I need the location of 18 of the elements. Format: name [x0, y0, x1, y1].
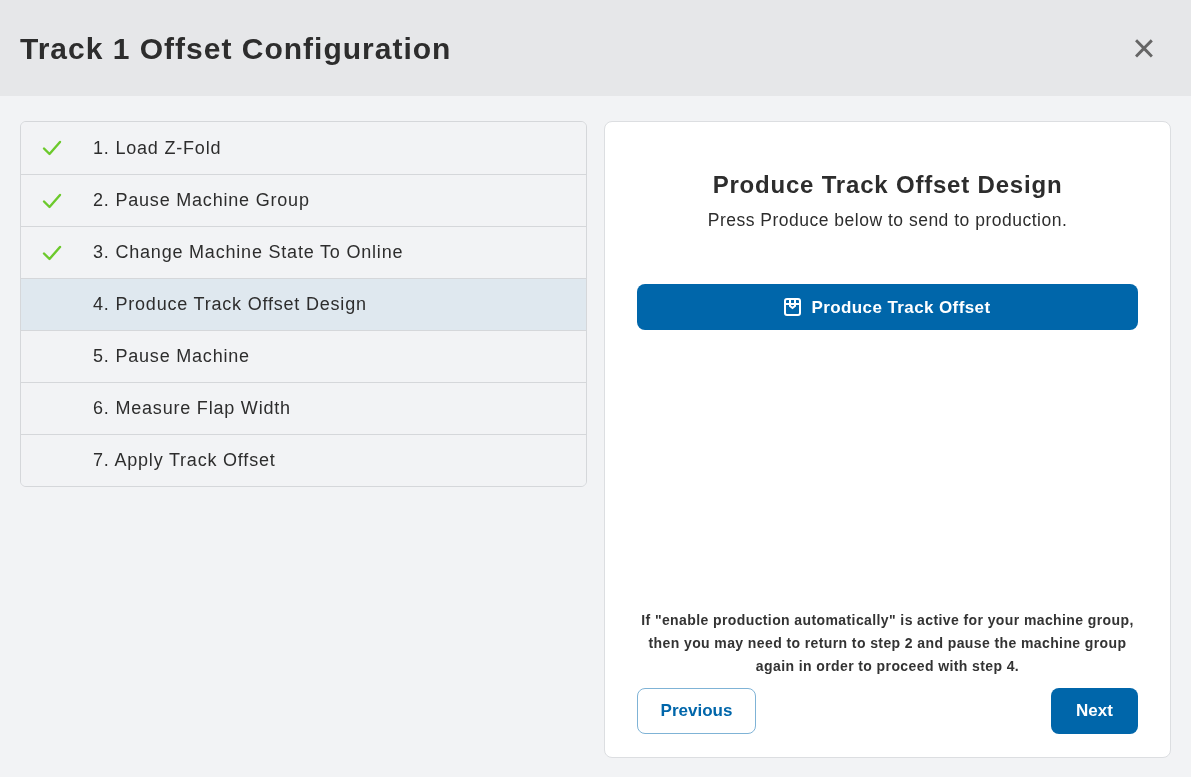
step-label: 4. Produce Track Offset Design [93, 293, 367, 316]
step-label: 2. Pause Machine Group [93, 189, 310, 212]
panel-heading: Produce Track Offset Design [711, 170, 1064, 200]
close-button[interactable]: × [1127, 31, 1161, 65]
panel-subtitle: Press Produce below to send to production. [706, 209, 1069, 232]
package-icon [784, 298, 802, 317]
step-label: 5. Pause Machine [93, 345, 250, 368]
next-button[interactable]: Next [1051, 688, 1138, 734]
production-note: If "enable production automatically" is active for your machine group, then you may need to return to step 2 and pause the machine group again in order to proceed with step 4. [640, 611, 1135, 676]
step-item[interactable]: 7. Apply Track Offset [21, 434, 586, 486]
step-label: 6. Measure Flap Width [93, 397, 291, 420]
dialog-title: Track 1 Offset Configuration [20, 30, 452, 67]
produce-button[interactable]: Produce Track Offset [637, 284, 1138, 331]
step-label: 7. Apply Track Offset [93, 449, 276, 472]
previous-button[interactable]: Previous [637, 688, 756, 734]
step-item[interactable]: 4. Produce Track Offset Design [21, 278, 586, 330]
step-label: 1. Load Z-Fold [93, 136, 222, 160]
step-label: 3. Change Machine State To Online [93, 241, 404, 264]
